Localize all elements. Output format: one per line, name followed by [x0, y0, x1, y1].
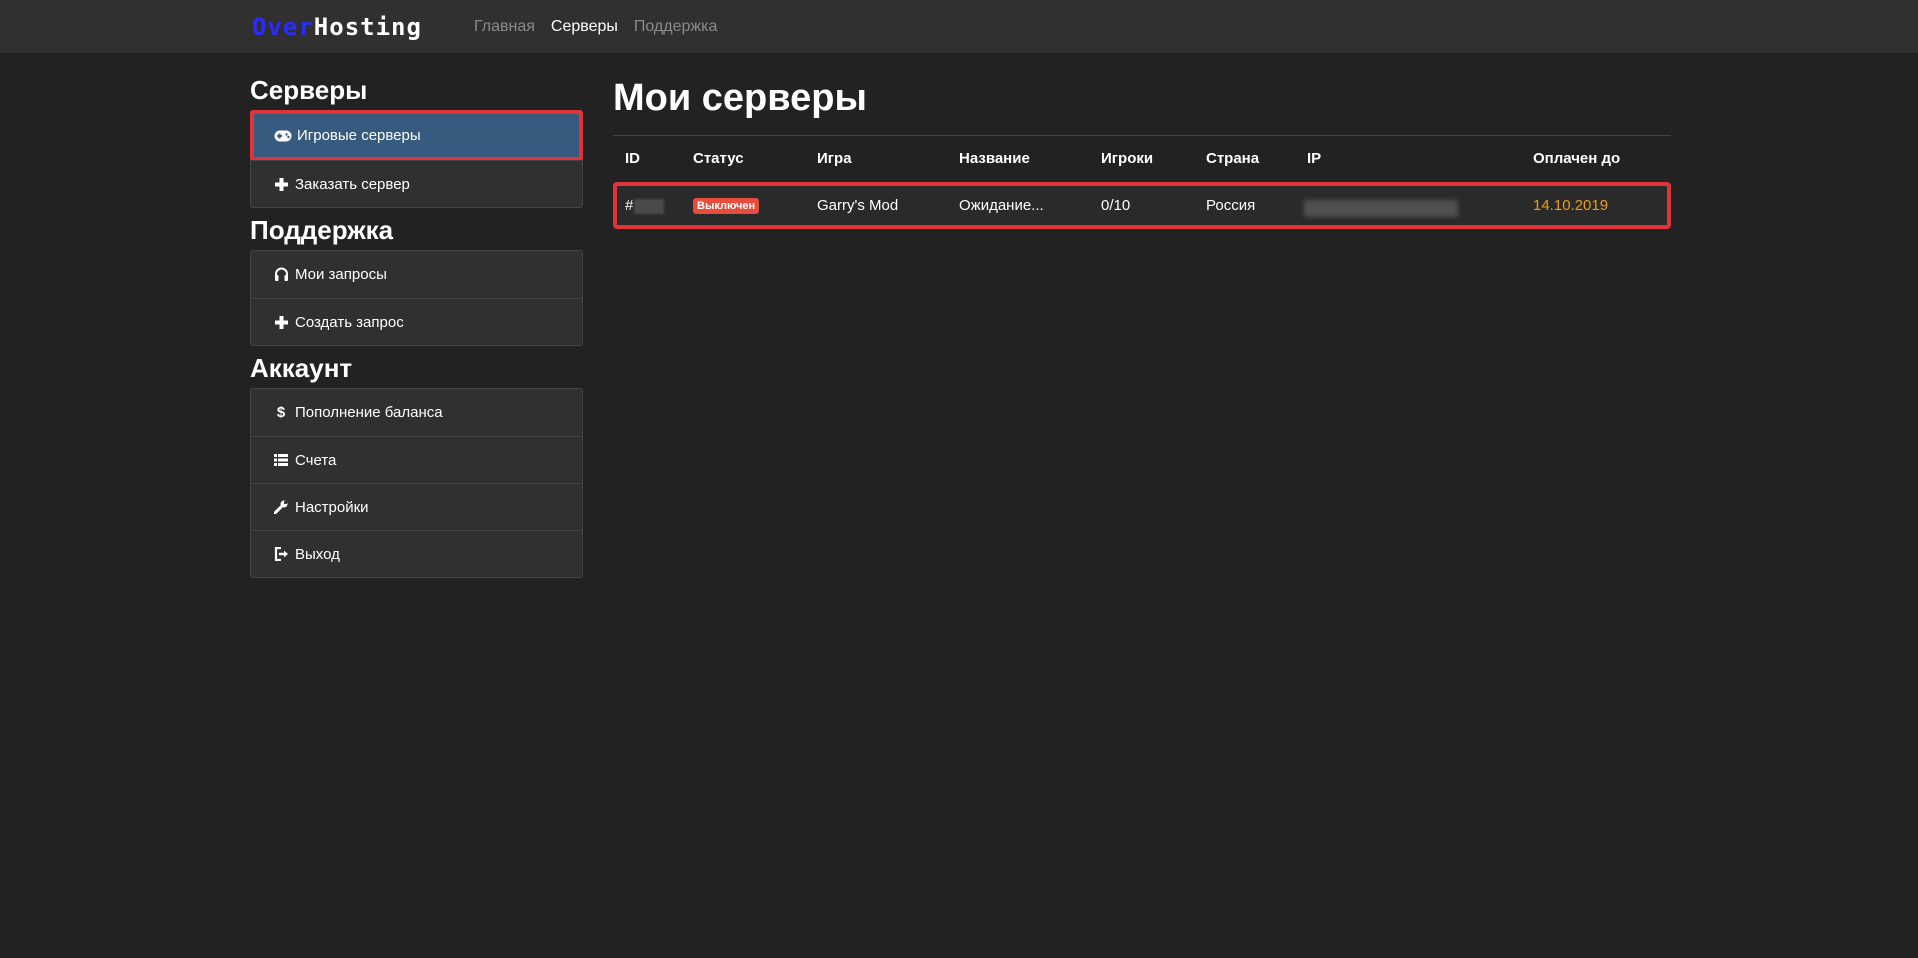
- column-header-paid-until: Оплачен до: [1533, 150, 1621, 167]
- sidebar-item-order-server[interactable]: Заказать сервер: [251, 160, 582, 207]
- sidebar-item-label: Настройки: [295, 498, 369, 516]
- cell-players: 0/10: [1101, 197, 1131, 214]
- cell-id: #: [625, 186, 665, 225]
- cell-status: Выключен: [693, 186, 760, 225]
- dollar-icon: $: [276, 404, 286, 421]
- cell-game: Garry's Mod: [817, 197, 899, 214]
- sidebar-item-label: Создать запрос: [295, 313, 404, 331]
- redacted-ip: [1304, 200, 1458, 217]
- brand-logo-part2: Hosting: [313, 13, 422, 41]
- support-menu: Мои запросы Создать запрос: [250, 250, 583, 346]
- sidebar-item-my-requests[interactable]: Мои запросы: [251, 251, 582, 298]
- nav-link-home[interactable]: Главная: [474, 17, 535, 37]
- brand-logo-part1: Over: [252, 13, 314, 41]
- plus-icon: [271, 312, 291, 332]
- column-header-id: ID: [625, 150, 640, 167]
- column-header-game: Игра: [817, 150, 852, 167]
- logout-icon: [271, 544, 291, 564]
- table-row[interactable]: # Выключен Garry's Mod Ожидание... 0/10 …: [613, 182, 1671, 229]
- list-icon: [271, 450, 291, 470]
- nav-links: Главная Серверы Поддержка: [474, 17, 733, 37]
- navbar: OverHosting Главная Серверы Поддержка: [0, 0, 1918, 54]
- sidebar-heading-account: Аккаунт: [250, 353, 353, 383]
- nav-link-servers[interactable]: Серверы: [551, 17, 618, 37]
- cell-country: Россия: [1206, 197, 1256, 214]
- redacted-id: [634, 198, 665, 214]
- cell-paid-until: 14.10.2019: [1533, 197, 1609, 214]
- account-menu: $ Пополнение баланса Счета Настройки Вых…: [250, 388, 583, 578]
- sidebar: Серверы Игровые серверы Заказать сервер …: [250, 70, 583, 580]
- sidebar-item-label: Пополнение баланса: [295, 404, 443, 421]
- sidebar-item-label: Выход: [295, 545, 340, 563]
- sidebar-item-top-up-balance[interactable]: $ Пополнение баланса: [251, 389, 582, 436]
- column-header-ip: IP: [1307, 150, 1322, 167]
- status-badge: Выключен: [693, 198, 760, 215]
- sidebar-heading-support: Поддержка: [250, 215, 394, 245]
- gamepad-icon: [273, 126, 293, 146]
- sidebar-item-label: Заказать сервер: [295, 175, 410, 193]
- sidebar-item-label: Счета: [295, 451, 337, 469]
- sidebar-item-settings[interactable]: Настройки: [251, 483, 582, 530]
- wrench-icon: [271, 497, 291, 517]
- sidebar-item-create-request[interactable]: Создать запрос: [251, 298, 582, 345]
- page-title: Мои серверы: [613, 77, 867, 119]
- sidebar-item-game-servers[interactable]: Игровые серверы: [250, 110, 583, 161]
- table-header: ID Статус Игра Название Игроки Страна IP…: [613, 136, 1671, 182]
- nav-link-support[interactable]: Поддержка: [634, 17, 717, 37]
- brand-logo[interactable]: OverHosting: [252, 14, 422, 40]
- servers-menu: Игровые серверы Заказать сервер: [250, 110, 583, 208]
- sidebar-item-logout[interactable]: Выход: [251, 530, 582, 577]
- sidebar-item-label: Игровые серверы: [297, 127, 421, 144]
- main-content: Мои серверы ID Статус Игра Название Игро…: [613, 70, 1671, 229]
- cell-name: Ожидание...: [959, 197, 1044, 214]
- column-header-name: Название: [959, 150, 1030, 167]
- sidebar-item-label: Мои запросы: [295, 266, 387, 283]
- sidebar-heading-servers: Серверы: [250, 75, 368, 105]
- plus-icon: [271, 174, 291, 194]
- sidebar-item-invoices[interactable]: Счета: [251, 436, 582, 483]
- column-header-players: Игроки: [1101, 150, 1154, 167]
- column-header-status: Статус: [693, 150, 744, 167]
- id-prefix: #: [625, 197, 634, 214]
- column-header-country: Страна: [1206, 150, 1260, 167]
- headphones-icon: [271, 265, 291, 285]
